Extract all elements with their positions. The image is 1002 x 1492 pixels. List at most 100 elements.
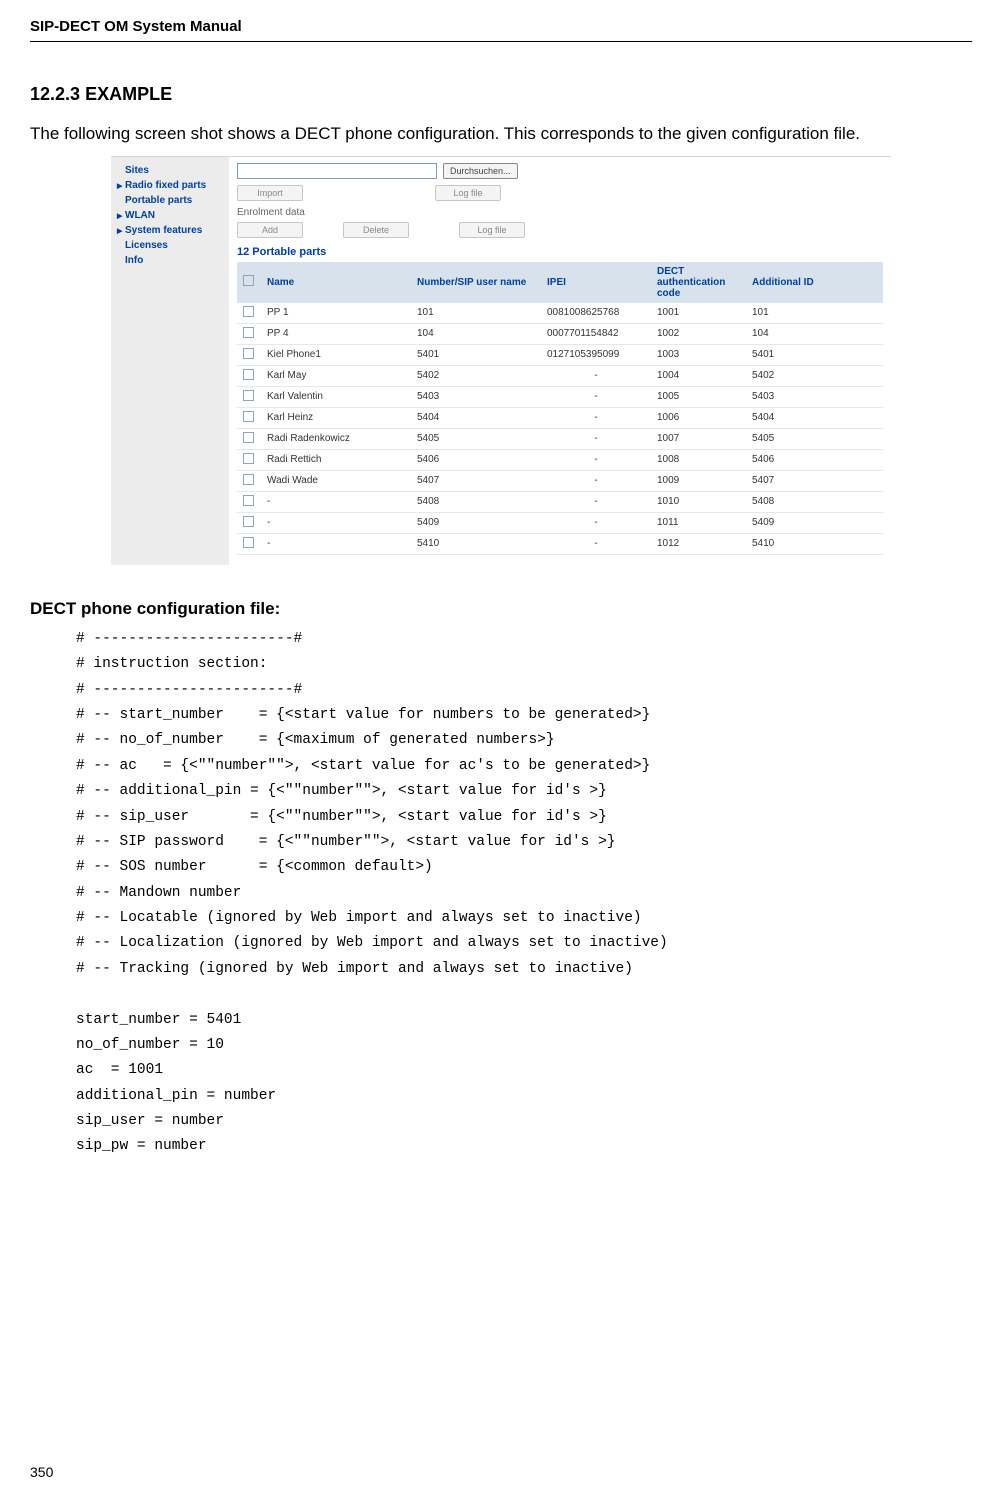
cell-auth: 1004	[651, 365, 746, 386]
head-rule	[30, 41, 972, 42]
table-row: Karl Heinz5404-10065404	[237, 407, 883, 428]
cell-name: -	[261, 533, 411, 554]
sidebar-item[interactable]: Radio fixed parts	[117, 178, 225, 193]
sidebar-item[interactable]: System features	[117, 223, 225, 238]
sidebar-item[interactable]: Licenses	[117, 238, 225, 253]
table-row: Karl Valentin5403-10055403	[237, 386, 883, 407]
import-button[interactable]: Import	[237, 185, 303, 201]
cell-number: 104	[411, 323, 541, 344]
cell-addl: 5402	[746, 365, 883, 386]
cell-addl: 5404	[746, 407, 883, 428]
table-row: Radi Radenkowicz5405-10075405	[237, 428, 883, 449]
row-checkbox[interactable]	[243, 306, 254, 317]
cell-number: 5409	[411, 512, 541, 533]
logfile-button-1[interactable]: Log file	[435, 185, 501, 201]
file-path-input[interactable]	[237, 163, 437, 179]
table-row: -5409-10115409	[237, 512, 883, 533]
section-title-text: EXAMPLE	[85, 84, 172, 104]
cell-number: 5406	[411, 449, 541, 470]
config-file-block: # -----------------------# # instruction…	[30, 627, 972, 1160]
delete-button[interactable]: Delete	[343, 222, 409, 238]
cell-number: 5401	[411, 344, 541, 365]
table-row: Karl May5402-10045402	[237, 365, 883, 386]
cell-name: Kiel Phone1	[261, 344, 411, 365]
cell-name: -	[261, 512, 411, 533]
cell-auth: 1007	[651, 428, 746, 449]
row-checkbox[interactable]	[243, 474, 254, 485]
cell-name: Radi Rettich	[261, 449, 411, 470]
row-checkbox[interactable]	[243, 411, 254, 422]
sidebar-item[interactable]: Portable parts	[117, 193, 225, 208]
row-checkbox[interactable]	[243, 348, 254, 359]
cell-ipei: 0127105395099	[541, 344, 651, 365]
col-name: Name	[261, 262, 411, 303]
cell-ipei: -	[541, 512, 651, 533]
cell-name: Wadi Wade	[261, 470, 411, 491]
table-row: Wadi Wade5407-10095407	[237, 470, 883, 491]
cell-auth: 1002	[651, 323, 746, 344]
cell-number: 5408	[411, 491, 541, 512]
cell-auth: 1003	[651, 344, 746, 365]
section-heading: 12.2.3 EXAMPLE	[30, 84, 972, 105]
cell-addl: 104	[746, 323, 883, 344]
screenshot-main: Durchsuchen... Import Log file Enrolment…	[229, 157, 891, 565]
cell-addl: 101	[746, 303, 883, 324]
table-row: Radi Rettich5406-10085406	[237, 449, 883, 470]
cell-number: 5403	[411, 386, 541, 407]
cell-name: Radi Radenkowicz	[261, 428, 411, 449]
page-number: 350	[30, 1464, 53, 1480]
row-checkbox[interactable]	[243, 537, 254, 548]
col-number: Number/SIP user name	[411, 262, 541, 303]
running-head: SIP-DECT OM System Manual	[30, 18, 972, 35]
col-ipei: IPEI	[541, 262, 651, 303]
cell-number: 101	[411, 303, 541, 324]
cell-name: Karl Heinz	[261, 407, 411, 428]
cell-addl: 5406	[746, 449, 883, 470]
cell-addl: 5405	[746, 428, 883, 449]
cell-ipei: -	[541, 449, 651, 470]
cell-number: 5402	[411, 365, 541, 386]
cell-ipei: -	[541, 491, 651, 512]
cell-ipei: -	[541, 365, 651, 386]
table-row: -5410-10125410	[237, 533, 883, 554]
sidebar-item[interactable]: Sites	[117, 163, 225, 178]
cell-auth: 1010	[651, 491, 746, 512]
row-checkbox[interactable]	[243, 495, 254, 506]
row-checkbox[interactable]	[243, 390, 254, 401]
table-row: Kiel Phone15401012710539509910035401	[237, 344, 883, 365]
sidebar-item[interactable]: WLAN	[117, 208, 225, 223]
table-row: -5408-10105408	[237, 491, 883, 512]
browse-button[interactable]: Durchsuchen...	[443, 163, 518, 179]
col-checkbox	[237, 262, 261, 303]
cell-addl: 5409	[746, 512, 883, 533]
row-checkbox[interactable]	[243, 432, 254, 443]
row-checkbox[interactable]	[243, 327, 254, 338]
row-checkbox[interactable]	[243, 369, 254, 380]
cell-auth: 1008	[651, 449, 746, 470]
cell-ipei: 0007701154842	[541, 323, 651, 344]
logfile-button-2[interactable]: Log file	[459, 222, 525, 238]
cell-addl: 5410	[746, 533, 883, 554]
select-all-checkbox[interactable]	[243, 275, 254, 286]
cell-addl: 5403	[746, 386, 883, 407]
row-checkbox[interactable]	[243, 453, 254, 464]
cell-ipei: -	[541, 533, 651, 554]
add-button[interactable]: Add	[237, 222, 303, 238]
cell-ipei: 0081008625768	[541, 303, 651, 324]
sidebar-item[interactable]: Info	[117, 253, 225, 268]
row-checkbox[interactable]	[243, 516, 254, 527]
cell-ipei: -	[541, 407, 651, 428]
col-addl: Additional ID	[746, 262, 883, 303]
screenshot-container: SitesRadio fixed partsPortable partsWLAN…	[111, 156, 891, 565]
cell-addl: 5401	[746, 344, 883, 365]
section-number: 12.2.3	[30, 84, 80, 104]
cell-addl: 5408	[746, 491, 883, 512]
config-file-title: DECT phone configuration file:	[30, 599, 972, 619]
cell-name: -	[261, 491, 411, 512]
table-row: PP 410400077011548421002104	[237, 323, 883, 344]
portable-parts-table: Name Number/SIP user name IPEI DECT auth…	[237, 262, 883, 555]
section-intro: The following screen shot shows a DECT p…	[30, 123, 972, 146]
cell-name: Karl Valentin	[261, 386, 411, 407]
cell-ipei: -	[541, 428, 651, 449]
cell-auth: 1005	[651, 386, 746, 407]
